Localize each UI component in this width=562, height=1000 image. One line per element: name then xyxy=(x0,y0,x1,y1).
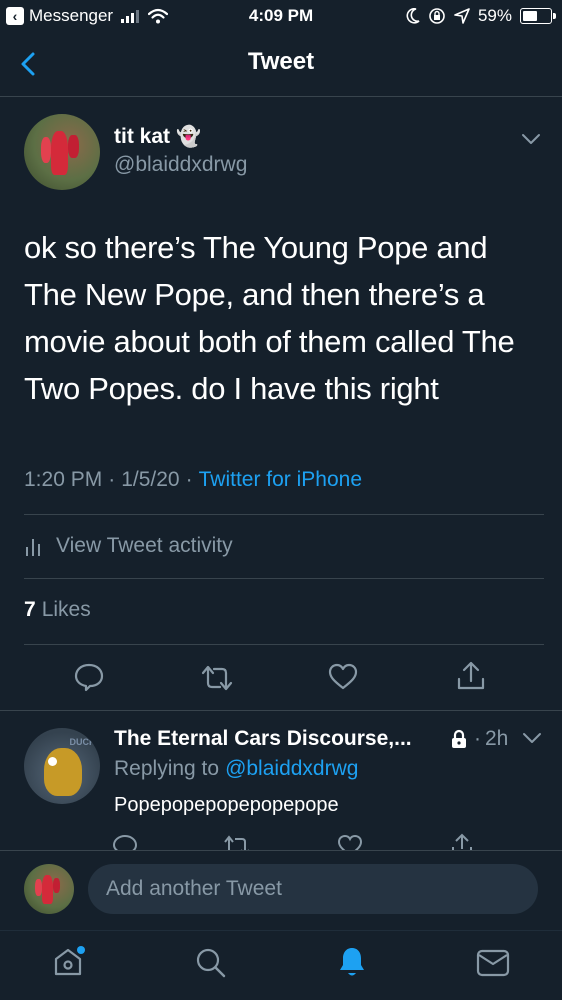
retweet-icon[interactable] xyxy=(222,834,252,850)
add-another-tweet-field[interactable]: Add another Tweet xyxy=(88,864,538,914)
tweet-date: 1/5/20 xyxy=(121,468,180,491)
meta-separator: · xyxy=(108,468,116,491)
tweet-source-link[interactable]: Twitter for iPhone xyxy=(199,468,362,492)
author-avatar[interactable] xyxy=(24,114,100,190)
share-icon[interactable] xyxy=(456,660,486,692)
activity-bars-icon xyxy=(26,539,40,556)
messages-icon[interactable] xyxy=(476,949,510,977)
divider xyxy=(0,850,562,851)
reply-author-avatar[interactable]: DUCK xyxy=(24,728,100,804)
reply-separator: · xyxy=(474,727,481,750)
author-name[interactable]: tit kat xyxy=(114,125,170,149)
tweet-time: 1:20 PM xyxy=(24,468,103,491)
reply-icon[interactable] xyxy=(73,662,105,692)
replying-to-handle[interactable]: @blaiddxdrwg xyxy=(225,757,358,781)
divider xyxy=(24,644,544,645)
likes-count: 7 xyxy=(24,598,36,621)
reply-author-name[interactable]: The Eternal Cars Discourse,... xyxy=(114,727,439,751)
avatar-tag: DUCK xyxy=(69,737,96,748)
divider xyxy=(24,578,544,579)
reply-icon[interactable] xyxy=(112,834,138,850)
header-divider xyxy=(0,96,562,97)
search-icon[interactable] xyxy=(195,947,227,979)
share-icon[interactable] xyxy=(450,832,474,850)
chevron-down-icon[interactable] xyxy=(520,132,542,146)
tab-bar xyxy=(0,931,562,1000)
view-tweet-activity-row[interactable]: View Tweet activity xyxy=(24,534,233,558)
divider xyxy=(24,514,544,515)
retweet-icon[interactable] xyxy=(200,664,234,692)
notifications-icon[interactable] xyxy=(336,945,368,979)
like-icon[interactable] xyxy=(328,663,358,691)
replying-to-label: Replying to xyxy=(114,757,220,780)
add-another-tweet-placeholder: Add another Tweet xyxy=(106,877,282,900)
divider xyxy=(0,710,562,711)
battery-percent: 59% xyxy=(477,6,512,25)
author-emoji: 👻 xyxy=(176,126,201,148)
reply-actions xyxy=(0,828,562,850)
tweet-text: ok so there’s The Young Pope and The New… xyxy=(24,230,515,406)
rotation-lock-icon xyxy=(429,8,445,24)
location-icon xyxy=(454,8,470,24)
reply-age: 2h xyxy=(485,727,509,750)
reply-text: Popepopepopepopepope xyxy=(114,794,339,816)
moon-icon xyxy=(406,8,420,24)
chevron-down-icon[interactable] xyxy=(522,732,542,744)
view-tweet-activity-label[interactable]: View Tweet activity xyxy=(56,534,233,558)
page-title: Tweet xyxy=(247,48,315,75)
composer-avatar xyxy=(24,864,74,914)
lock-icon xyxy=(452,729,466,748)
like-icon[interactable] xyxy=(337,834,363,850)
battery-icon xyxy=(520,8,556,24)
author-handle[interactable]: @blaiddxdrwg xyxy=(114,153,247,177)
meta-separator: · xyxy=(185,468,193,491)
status-bar: ‹ Messenger 4:09 PM 59% xyxy=(0,0,562,34)
home-icon[interactable] xyxy=(52,945,86,979)
likes-row[interactable]: 7 Likes xyxy=(24,598,91,622)
likes-label: Likes xyxy=(41,598,91,621)
